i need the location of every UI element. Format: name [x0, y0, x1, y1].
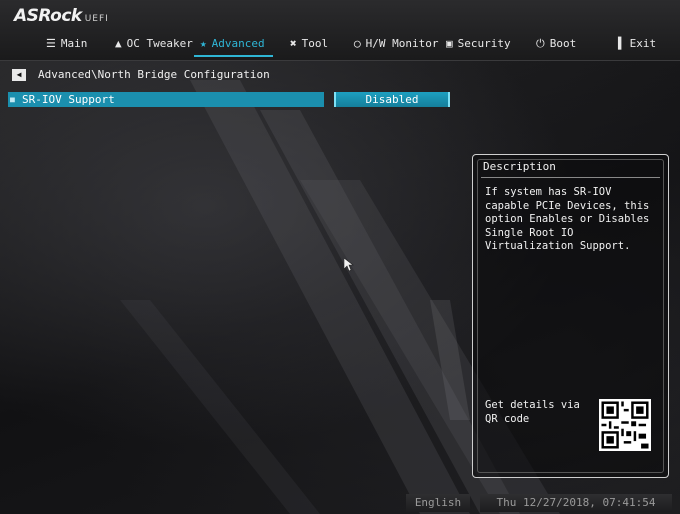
brand-name: ASRock — [14, 6, 82, 26]
tab-label: Advanced — [211, 37, 265, 50]
tab-hw-monitor[interactable]: ◯ H/W Monitor — [354, 34, 438, 54]
qr-code-icon — [599, 399, 651, 451]
tab-boot[interactable]: ⏻ Boot — [536, 34, 576, 54]
description-text: If system has SR-IOV capable PCIe Device… — [485, 186, 650, 252]
exit-icon: ▌ — [618, 37, 625, 50]
date-time-display: Thu 12/27/2018, 07:41:54 — [480, 494, 672, 512]
selection-marker-icon: ■ — [10, 95, 15, 104]
tab-oc-tweaker[interactable]: ▲ OC Tweaker — [115, 34, 193, 54]
main-tabs: ☰ Main ▲ OC Tweaker ★ Advanced ✖ Tool ◯ H/W M… — [0, 34, 680, 57]
power-icon: ⏻ — [536, 37, 545, 50]
tab-label: OC Tweaker — [126, 37, 193, 50]
setting-label: SR-IOV Support — [22, 93, 115, 106]
tab-label: Main — [60, 37, 88, 50]
qr-caption: Get details via QR code — [485, 399, 580, 425]
brand-suffix: UEFI — [84, 14, 109, 24]
breadcrumb: ◀ Advanced\North Bridge Configuration — [12, 67, 270, 83]
brand-logo: ASRock UEFI — [14, 6, 109, 26]
tab-main[interactable]: ☰ Main — [46, 34, 87, 54]
star-icon: ★ — [200, 37, 207, 50]
top-bar: ASRock UEFI ☰ Main ▲ OC Tweaker ★ Advanced ✖… — [0, 0, 680, 61]
tab-tool[interactable]: ✖ Tool — [290, 34, 328, 54]
tab-label: Security — [457, 37, 511, 50]
setting-row-sr-iov-support[interactable]: ■ SR-IOV Support — [8, 92, 324, 107]
setting-value-dropdown[interactable]: Disabled — [334, 92, 450, 107]
monitor-icon: ◯ — [354, 37, 361, 50]
description-panel: Description If system has SR-IOV capable… — [472, 154, 669, 478]
list-icon: ☰ — [46, 37, 56, 50]
tools-icon: ✖ — [290, 37, 297, 50]
back-arrow-icon[interactable]: ◀ — [12, 69, 26, 81]
tab-security[interactable]: ▣ Security — [446, 34, 511, 54]
tab-label: Boot — [549, 37, 577, 50]
tab-advanced[interactable]: ★ Advanced — [194, 34, 273, 57]
flame-icon: ▲ — [115, 37, 122, 50]
tab-label: Exit — [629, 37, 657, 50]
tab-label: H/W Monitor — [365, 37, 439, 50]
language-selector[interactable]: English — [406, 494, 470, 512]
description-divider — [481, 177, 660, 178]
tab-exit[interactable]: ▌ Exit — [618, 34, 656, 54]
description-title: Description — [483, 160, 556, 173]
breadcrumb-path: Advanced\North Bridge Configuration — [38, 68, 270, 81]
status-bar: English Thu 12/27/2018, 07:41:54 — [0, 494, 680, 514]
tab-label: Tool — [301, 37, 329, 50]
mouse-pointer-icon — [344, 258, 354, 272]
shield-icon: ▣ — [446, 37, 453, 50]
